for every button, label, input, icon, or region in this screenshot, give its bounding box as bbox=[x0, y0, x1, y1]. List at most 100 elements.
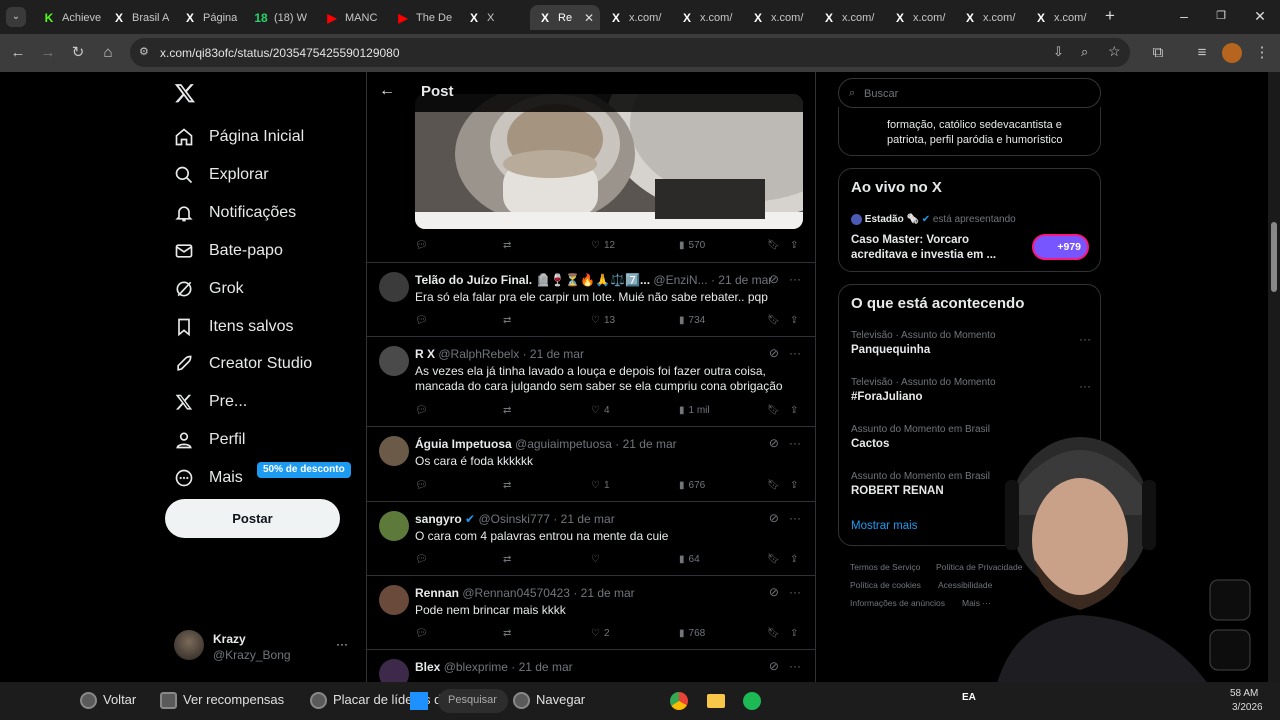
more-icon[interactable]: ··· bbox=[789, 436, 801, 450]
live-host-row[interactable]: Estadão 🗞️ ✔ está apresentando bbox=[851, 214, 1016, 225]
avatar[interactable] bbox=[379, 436, 409, 466]
more-icon[interactable]: ··· bbox=[789, 272, 801, 286]
reload-icon[interactable]: ↻ bbox=[68, 43, 88, 63]
avatar[interactable] bbox=[379, 659, 409, 682]
bookmark-icon[interactable]: 🔖︎ bbox=[767, 240, 780, 251]
reply-tweet[interactable]: sangyro ✔ @Osinski777 · 21 de mar ⊘ ··· O … bbox=[367, 502, 815, 576]
author-name[interactable]: sangyro bbox=[415, 512, 462, 526]
avatar[interactable] bbox=[379, 272, 409, 302]
share-icon[interactable]: ⇪ bbox=[790, 480, 798, 491]
sidebar-item-2[interactable]: Explorar bbox=[172, 160, 269, 190]
bookmark-icon[interactable]: 🔖︎ bbox=[767, 315, 780, 326]
author-name[interactable]: Rennan bbox=[415, 586, 459, 600]
reply-icon[interactable]: 💬︎ bbox=[415, 315, 428, 326]
restore-button[interactable]: ❐ bbox=[1214, 9, 1228, 23]
reply-tweet[interactable]: R X @RalphRebelx · 21 de mar ⊘ ··· As veze… bbox=[367, 337, 815, 427]
folder-taskbar-icon[interactable] bbox=[707, 694, 725, 708]
page-scrollbar[interactable] bbox=[1268, 72, 1280, 682]
avatar[interactable] bbox=[379, 346, 409, 376]
reply-icon[interactable]: 💬︎ bbox=[415, 628, 428, 639]
browser-tab[interactable]: X Re ✕ bbox=[530, 5, 600, 30]
tweet-date[interactable]: · 21 de mar bbox=[615, 437, 676, 451]
browser-tab[interactable]: X Página bbox=[175, 5, 245, 30]
like-button[interactable]: ♡ bbox=[591, 554, 604, 565]
forward-arrow-icon[interactable]: → bbox=[38, 43, 58, 63]
browser-tab[interactable]: Xx.com/ bbox=[885, 5, 955, 30]
reply-icon[interactable]: 💬︎ bbox=[415, 480, 428, 491]
install-icon[interactable]: ⇩ bbox=[1053, 44, 1064, 60]
browser-tab[interactable]: Xx.com/ bbox=[814, 5, 884, 30]
show-more-link[interactable]: Mostrar mais bbox=[851, 520, 917, 532]
views-button[interactable]: ▮ 768 bbox=[679, 628, 705, 639]
bookmark-icon[interactable]: 🔖︎ bbox=[767, 628, 780, 639]
repost-icon[interactable]: ⇄ bbox=[503, 240, 511, 251]
sidebar-item-9[interactable]: Perfil bbox=[172, 425, 245, 455]
author-name[interactable]: Telão do Juízo Final. 🪦🍷⏳🔥🙏⚖️7️⃣... bbox=[415, 273, 650, 287]
new-tab-button[interactable]: + bbox=[1101, 7, 1119, 25]
reply-icon[interactable]: 💬︎ bbox=[415, 554, 428, 565]
post-media-image[interactable] bbox=[415, 94, 803, 229]
tweet-date[interactable]: · 21 de mar bbox=[711, 273, 772, 287]
address-bar[interactable]: ⚙ x.com/qi83ofc/status/20354754255901290… bbox=[130, 38, 1130, 67]
more-icon[interactable]: ··· bbox=[789, 585, 801, 599]
close-tab-icon[interactable]: ✕ bbox=[584, 11, 594, 25]
trend-item[interactable]: Televisão · Assunto do Momento Panquequin… bbox=[851, 330, 1091, 356]
reply-icon[interactable]: 💬︎ bbox=[415, 240, 428, 251]
search-input[interactable]: ⌕ Buscar bbox=[838, 78, 1101, 108]
live-listeners-pill[interactable]: +979 bbox=[1032, 234, 1089, 260]
windows-start-icon[interactable] bbox=[410, 692, 428, 710]
browser-tab[interactable]: ▶ The De bbox=[388, 5, 458, 30]
home-icon[interactable]: ⌂ bbox=[98, 43, 118, 63]
trend-item[interactable]: Televisão · Assunto do Momento #ForaJulia… bbox=[851, 377, 1091, 403]
bookmark-icon[interactable]: 🔖︎ bbox=[767, 554, 780, 565]
views-button[interactable]: ▮ 676 bbox=[679, 480, 705, 491]
browser-tab[interactable]: Xx.com/ bbox=[601, 5, 671, 30]
tweet-date[interactable]: · 21 de mar bbox=[573, 586, 634, 600]
browser-tab[interactable]: Xx.com/ bbox=[672, 5, 742, 30]
more-icon[interactable]: ··· bbox=[789, 346, 801, 360]
back-action[interactable]: Voltar bbox=[80, 692, 136, 710]
sidebar-item-4[interactable]: Bate-papo bbox=[172, 236, 283, 266]
share-icon[interactable]: ⇪ bbox=[790, 554, 798, 565]
repost-icon[interactable]: ⇄ bbox=[503, 480, 511, 491]
grok-icon[interactable]: ⊘ bbox=[769, 511, 779, 525]
account-switcher[interactable]: Krazy @Krazy_Bong ··· bbox=[172, 627, 352, 667]
repost-icon[interactable]: ⇄ bbox=[503, 554, 511, 565]
share-icon[interactable]: ⇪ bbox=[790, 405, 798, 416]
sidebar-item-8[interactable]: Pre... bbox=[172, 387, 247, 417]
more-icon[interactable]: ··· bbox=[789, 511, 801, 525]
tweet-date[interactable]: · 21 de mar bbox=[553, 512, 614, 526]
scrollbar-thumb[interactable] bbox=[1271, 222, 1277, 292]
navigate-action[interactable]: Navegar bbox=[513, 692, 585, 710]
grok-icon[interactable]: ⊘ bbox=[769, 659, 779, 673]
sidebar-item-5[interactable]: Grok bbox=[172, 274, 244, 304]
grok-icon[interactable]: ⊘ bbox=[769, 346, 779, 360]
x-logo-icon[interactable] bbox=[174, 82, 196, 104]
live-headline[interactable]: Caso Master: Vorcaro acreditava e invest… bbox=[851, 233, 1016, 263]
browser-tab[interactable]: X Brasil A bbox=[104, 5, 174, 30]
minimize-button[interactable]: – bbox=[1176, 8, 1192, 24]
spotify-taskbar-icon[interactable] bbox=[743, 692, 761, 710]
avatar[interactable] bbox=[379, 511, 409, 541]
more-icon[interactable]: ··· bbox=[789, 659, 801, 673]
browser-tab[interactable]: Xx.com/ bbox=[1026, 5, 1096, 30]
author-name[interactable]: Águia Impetuosa bbox=[415, 437, 512, 451]
profile-avatar[interactable] bbox=[1222, 43, 1242, 63]
like-button[interactable]: ♡ 1 bbox=[591, 480, 610, 491]
grok-icon[interactable]: ⊘ bbox=[769, 436, 779, 450]
repost-icon[interactable]: ⇄ bbox=[503, 315, 511, 326]
share-icon[interactable]: ⇪ bbox=[790, 240, 798, 251]
tweet-date[interactable]: · 21 de mar bbox=[511, 660, 572, 674]
avatar[interactable] bbox=[379, 585, 409, 615]
zoom-icon[interactable]: ⌕ bbox=[1081, 44, 1088, 60]
browser-tab[interactable]: Xx.com/ bbox=[743, 5, 813, 30]
reply-tweet[interactable]: Telão do Juízo Final. 🪦🍷⏳🔥🙏⚖️7️⃣... @Enz… bbox=[367, 263, 815, 337]
footer-link[interactable]: Termos de Serviço bbox=[850, 562, 920, 572]
reply-tweet[interactable]: Blex @blexprime · 21 de mar ⊘ ··· bbox=[367, 650, 815, 682]
sidebar-item-10[interactable]: Mais bbox=[172, 463, 243, 493]
tab-list-button[interactable]: ⌄ bbox=[6, 7, 26, 27]
tweet-date[interactable]: · 21 de mar bbox=[523, 347, 584, 361]
chrome-taskbar-icon[interactable] bbox=[670, 692, 688, 710]
ea-tray-icon[interactable]: EA bbox=[962, 692, 976, 703]
like-button[interactable]: ♡ 13 bbox=[591, 315, 615, 326]
